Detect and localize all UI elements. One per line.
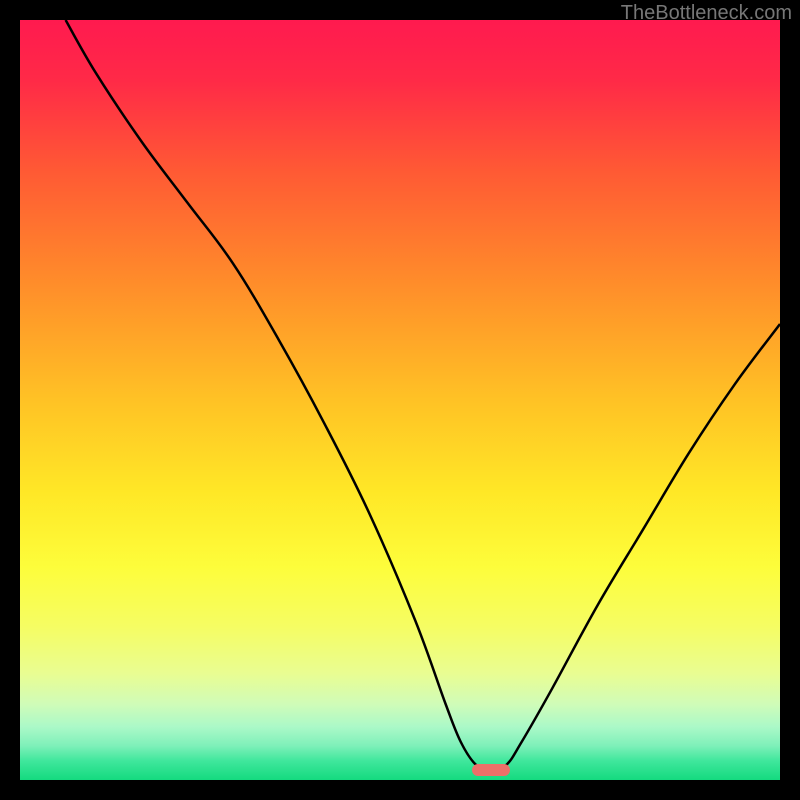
chart-frame: TheBottleneck.com <box>0 0 800 800</box>
plot-area <box>20 20 780 780</box>
gradient-background <box>20 20 780 780</box>
optimal-marker <box>472 764 510 776</box>
watermark-text: TheBottleneck.com <box>621 2 792 25</box>
